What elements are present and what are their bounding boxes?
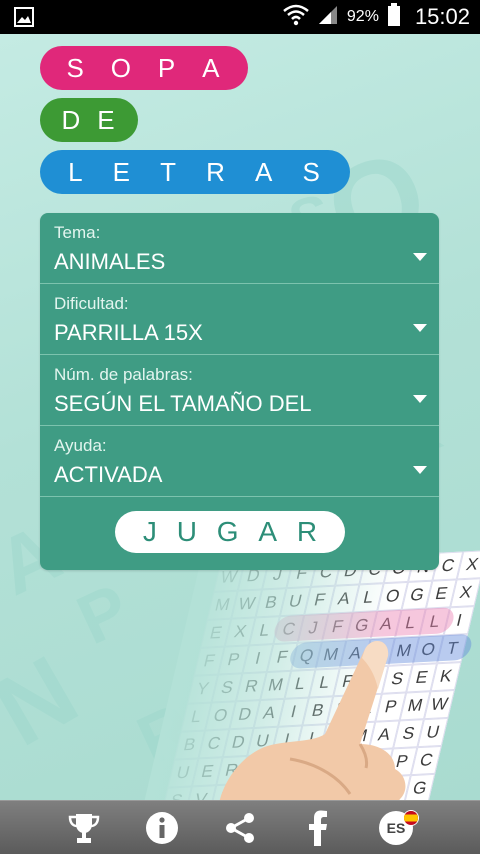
- clock: 15:02: [414, 4, 470, 29]
- app-screen: O S K A P N R S O P A D E L E T R A S W D…: [0, 34, 480, 800]
- grid-cell: W: [423, 689, 455, 720]
- battery-icon: [387, 2, 401, 32]
- battery-percent: 92%: [346, 8, 379, 25]
- difficulty-label: Dificultad:: [54, 294, 129, 313]
- title-letter: T: [160, 156, 179, 187]
- dropdown-arrow-icon: [413, 253, 427, 261]
- info-button[interactable]: [142, 808, 182, 848]
- dropdown-arrow-icon: [413, 324, 427, 332]
- play-letter: G: [216, 516, 239, 547]
- wifi-icon: [283, 4, 309, 31]
- help-label: Ayuda:: [54, 436, 107, 455]
- facebook-icon: [309, 810, 327, 846]
- title-letter: O: [110, 52, 133, 83]
- title-letter: L: [68, 156, 85, 187]
- pointing-hand: [219, 640, 406, 800]
- theme-label: Tema:: [54, 223, 101, 242]
- play-letter: U: [176, 516, 197, 547]
- word-count-label: Núm. de palabras:: [54, 365, 193, 384]
- theme-selector[interactable]: Tema: ANIMALES: [40, 213, 439, 284]
- dropdown-arrow-icon: [413, 395, 427, 403]
- difficulty-selector[interactable]: Dificultad: PARRILLA 15X: [40, 284, 439, 355]
- play-button[interactable]: J U G A R: [115, 511, 345, 553]
- title-letter: E: [112, 156, 132, 187]
- signal-icon: [317, 4, 339, 31]
- trophy-icon: [68, 813, 100, 843]
- title-letter: E: [97, 104, 117, 135]
- title-letter: A: [202, 52, 222, 83]
- title-letter: P: [157, 52, 178, 83]
- word-count-value: SEGÚN EL TAMAÑO DEL: [54, 391, 312, 416]
- facebook-button[interactable]: [298, 808, 338, 848]
- info-icon: [146, 811, 178, 844]
- bottom-toolbar: ES: [0, 800, 480, 854]
- share-button[interactable]: [220, 808, 260, 848]
- image-icon: [14, 7, 34, 32]
- grid-cell: U: [417, 717, 449, 748]
- play-letter: R: [296, 516, 318, 547]
- play-row: J U G A R: [40, 497, 439, 567]
- title-line-2: D E: [40, 98, 138, 142]
- title-line-3: L E T R A S: [40, 150, 350, 194]
- spain-flag-icon: [403, 809, 419, 826]
- status-bar: 92% 15:02: [0, 0, 480, 34]
- help-value: ACTIVADA: [54, 462, 163, 487]
- share-icon: [226, 812, 254, 843]
- dropdown-arrow-icon: [413, 466, 427, 474]
- bg-decor-letter: N: [0, 634, 96, 768]
- title-letter: S: [66, 52, 86, 83]
- title-letter: S: [302, 156, 322, 187]
- title-letter: R: [206, 156, 227, 187]
- difficulty-value: PARRILLA 15X: [54, 320, 203, 345]
- theme-value: ANIMALES: [54, 249, 166, 274]
- settings-panel: Tema: ANIMALES Dificultad: PARRILLA 15X …: [40, 213, 439, 570]
- play-letter: J: [142, 516, 157, 547]
- play-letter: A: [258, 516, 278, 547]
- trophy-button[interactable]: [64, 808, 104, 848]
- bg-decor-letter: P: [65, 568, 141, 660]
- language-button[interactable]: ES: [376, 808, 419, 848]
- title-letter: D: [61, 104, 83, 135]
- grid-cell: K: [430, 662, 462, 692]
- title-line-1: S O P A: [40, 46, 248, 90]
- help-selector[interactable]: Ayuda: ACTIVADA: [40, 426, 439, 497]
- title-letter: A: [255, 156, 275, 187]
- word-count-selector[interactable]: Núm. de palabras: SEGÚN EL TAMAÑO DEL: [40, 355, 439, 426]
